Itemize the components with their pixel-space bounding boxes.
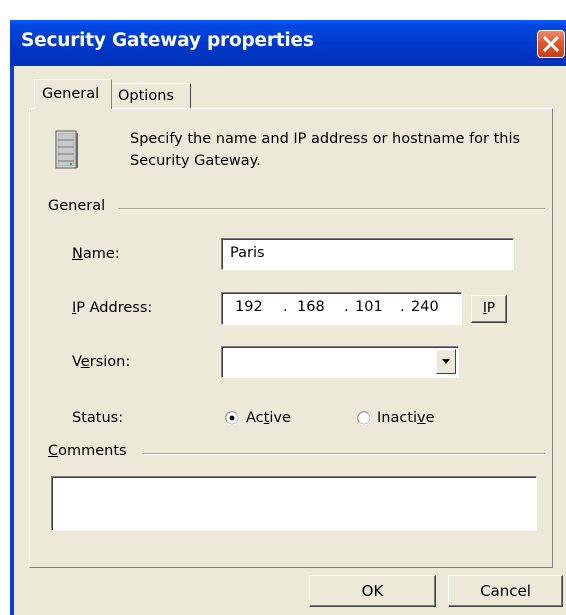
tab-general-label: General xyxy=(42,86,100,102)
status-active-radio[interactable] xyxy=(225,411,239,425)
name-input[interactable]: Paris xyxy=(221,238,514,270)
radio-selected-icon xyxy=(225,411,239,425)
name-value: Paris xyxy=(230,245,265,261)
ok-button[interactable]: OK xyxy=(309,575,436,607)
radio-unselected-icon xyxy=(357,411,371,425)
ip-address-input[interactable]: 192 . 168 . 101 . 240 xyxy=(221,292,462,325)
general-group-divider xyxy=(118,208,545,210)
title-bar[interactable]: Security Gateway properties xyxy=(10,20,566,66)
ip-separator: . xyxy=(344,299,349,315)
ip-resolve-button[interactable]: IP xyxy=(471,295,507,323)
comments-group-divider xyxy=(142,453,545,455)
tab-options-label: Options xyxy=(118,88,174,104)
ip-octet-1[interactable]: 192 xyxy=(235,299,263,315)
comments-group-label: Comments xyxy=(48,443,133,459)
ip-octet-3[interactable]: 101 xyxy=(355,299,383,315)
general-group-label: General xyxy=(48,198,112,214)
status-inactive-label[interactable]: Inactive xyxy=(377,410,435,426)
cancel-button[interactable]: Cancel xyxy=(448,575,563,607)
tab-general[interactable]: General xyxy=(34,79,112,109)
ip-octet-4[interactable]: 240 xyxy=(411,299,439,315)
status-label: Status: xyxy=(72,410,124,426)
dialog-body: General Options Specify the name and IP … xyxy=(14,66,566,615)
dialog-window: Security Gateway properties General Opti… xyxy=(10,20,566,615)
version-dropdown[interactable] xyxy=(221,346,459,378)
ip-separator: . xyxy=(400,299,405,315)
name-label: Name: xyxy=(72,246,120,262)
tab-options[interactable]: Options xyxy=(112,83,191,108)
status-active-label[interactable]: Active xyxy=(246,410,291,426)
ip-octet-2[interactable]: 168 xyxy=(297,299,325,315)
status-inactive-radio[interactable] xyxy=(357,411,371,425)
ip-separator: . xyxy=(283,299,288,315)
description-text: Specify the name and IP address or hostn… xyxy=(130,131,521,169)
close-button[interactable] xyxy=(537,30,565,58)
version-label: Version: xyxy=(72,354,131,370)
version-dropdown-button[interactable] xyxy=(436,349,456,374)
ip-address-label: IP Address: xyxy=(72,300,153,316)
close-icon xyxy=(542,35,560,53)
comments-textarea[interactable] xyxy=(51,476,537,531)
window-title: Security Gateway properties xyxy=(21,30,314,51)
server-icon xyxy=(55,130,78,169)
chevron-down-icon xyxy=(442,359,450,364)
